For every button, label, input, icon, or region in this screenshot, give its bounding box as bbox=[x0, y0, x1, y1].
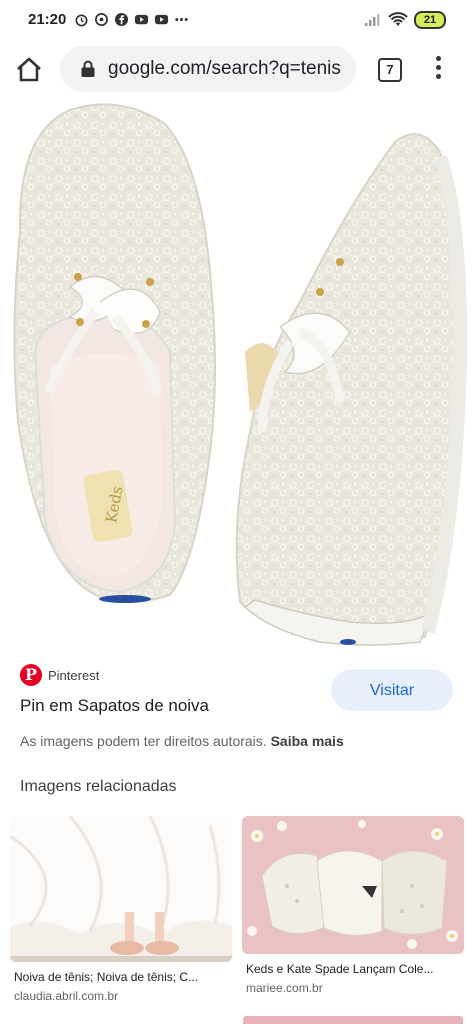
learn-more-link[interactable]: Saiba mais bbox=[271, 733, 344, 749]
home-icon[interactable] bbox=[14, 55, 44, 85]
signal-icon bbox=[365, 14, 380, 26]
tab-switcher-button[interactable]: 7 bbox=[378, 58, 402, 82]
battery-icon: 21 bbox=[414, 11, 446, 29]
rights-text: As imagens podem ter direitos autorais. bbox=[20, 733, 267, 749]
result-image[interactable]: Keds bbox=[0, 102, 472, 648]
related-thumbnail bbox=[242, 816, 464, 954]
facebook-icon bbox=[114, 12, 129, 27]
address-bar[interactable]: google.com/search?q=tenis bbox=[60, 46, 356, 92]
source-name: Pinterest bbox=[48, 667, 100, 683]
url-text: google.com/search?q=tenis bbox=[108, 58, 341, 79]
overflow-menu-icon[interactable] bbox=[432, 56, 444, 82]
result-title[interactable]: Pin em Sapatos de noiva bbox=[20, 696, 209, 716]
wifi-icon bbox=[388, 12, 408, 26]
status-time: 21:20 bbox=[28, 11, 67, 28]
related-caption: Keds e Kate Spade Lançam Cole... bbox=[246, 962, 434, 976]
browser-toolbar: google.com/search?q=tenis 7 bbox=[0, 40, 472, 102]
related-heading: Imagens relacionadas bbox=[20, 778, 177, 795]
result-source[interactable]: P Pinterest bbox=[20, 664, 99, 686]
related-domain: mariee.com.br bbox=[246, 981, 323, 995]
related-domain: claudia.abril.com.br bbox=[14, 989, 119, 1003]
related-thumbnail bbox=[10, 816, 232, 962]
youtube-icon bbox=[134, 14, 149, 25]
lock-icon bbox=[81, 60, 95, 77]
next-related-thumbnail[interactable] bbox=[243, 1016, 463, 1024]
lace-sneakers-image: Keds bbox=[13, 103, 468, 646]
notification-icons bbox=[74, 12, 189, 27]
copyright-notice: As imagens podem ter direitos autorais. … bbox=[20, 733, 344, 749]
alarm-icon bbox=[75, 14, 88, 27]
visit-button[interactable]: Visitar bbox=[331, 669, 453, 711]
youtube-icon bbox=[154, 14, 169, 25]
pinterest-icon: P bbox=[20, 664, 42, 686]
more-notifications-icon bbox=[175, 18, 188, 21]
related-caption: Noiva de tênis; Noiva de tênis; C... bbox=[14, 970, 199, 984]
whatsapp-icon bbox=[95, 13, 108, 26]
status-bar: 21:20 21 bbox=[0, 0, 472, 40]
system-icons: 21 bbox=[364, 11, 446, 29]
